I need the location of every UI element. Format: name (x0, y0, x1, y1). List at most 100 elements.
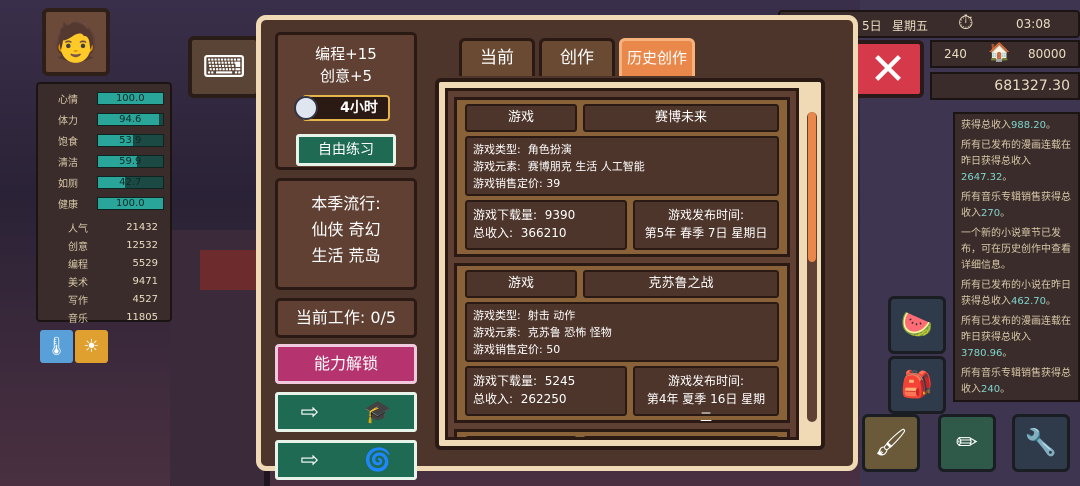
close-button[interactable]: ✕ (852, 40, 924, 98)
downloads-value: 5245 (544, 374, 576, 388)
game-card[interactable]: 游戏 克苏鲁之战 游戏类型: 射击 动作 游戏元素: 克苏鲁 恐怖 怪物 游戏销… (454, 263, 790, 424)
stat-row: 饱食 53.9 (44, 130, 164, 151)
creation-dialog: 编程+15 创意+5 4小时 自由练习 本季流行: 仙侠 奇幻 生活 荒岛 当前… (256, 15, 858, 480)
game-type: 射击 动作 (527, 309, 576, 322)
income-value: 366210 (520, 226, 567, 240)
news-amount: 240 (981, 384, 1001, 395)
stat-row: 清洁 59.9 (44, 151, 164, 172)
player-avatar[interactable]: 🧑 (42, 8, 110, 76)
attribute-label: 创意 (68, 241, 88, 253)
news-amount: 462.70 (1011, 296, 1046, 307)
resource-bar: 240 🏠 80000 (930, 40, 1080, 68)
card-category: 游戏 (465, 436, 577, 437)
stat-value: 53.9 (119, 135, 142, 146)
card-info: 游戏类型: 角色扮演 游戏元素: 赛博朋克 生活 人工智能 游戏销售定价: 39 (465, 136, 779, 196)
news-end: 。 (1000, 208, 1011, 219)
tab-current[interactable]: 当前 (459, 38, 535, 76)
history-list[interactable]: 游戏 赛博未来 游戏类型: 角色扮演 游戏元素: 赛博朋克 生活 人工智能 游戏… (445, 88, 799, 440)
keyboard-icon[interactable]: ⌨ (188, 36, 260, 98)
tab-history[interactable]: 历史创作 (619, 38, 695, 76)
scrollbar[interactable] (807, 112, 817, 422)
current-work: 当前工作: 0/5 (275, 298, 417, 338)
game-card[interactable]: 游戏 (454, 429, 790, 437)
tab-create[interactable]: 创作 (539, 38, 615, 76)
trend-box: 本季流行: 仙侠 奇幻 生活 荒岛 (275, 178, 417, 290)
stat-row: 如厕 42.7 (44, 172, 164, 193)
news-end: 。 (1002, 172, 1013, 183)
attribute-value: 21432 (126, 221, 158, 233)
free-practice-button[interactable]: 自由练习 (296, 134, 396, 166)
attribute-label: 人气 (68, 223, 88, 235)
attribute-value: 11805 (126, 311, 158, 323)
goto-study-button[interactable]: ⇨ 🎓 (275, 392, 417, 432)
release-box: 游戏发布时间: 第5年 春季 7日 星期日 (633, 200, 779, 250)
pencil-icon[interactable]: ✏ (938, 414, 996, 472)
stat-value: 59.9 (119, 156, 142, 167)
card-title (583, 436, 779, 437)
time-cost-pill: 4小时 (294, 95, 390, 121)
card-category: 游戏 (465, 270, 577, 298)
goto-spring-button[interactable]: ⇨ 🌀 (275, 440, 417, 480)
news-text: 获得总收入 (961, 120, 1011, 131)
attribute-row: 美术 9471 (44, 272, 164, 290)
release-label: 游戏发布时间: (667, 208, 745, 222)
income-label: 总收入: (473, 392, 514, 406)
stat-row: 健康 100.0 (44, 193, 164, 214)
stat-value: 100.0 (115, 198, 145, 209)
stat-row: 心情 100.0 (44, 88, 164, 109)
scrollbar-thumb[interactable] (808, 112, 816, 262)
news-amount: 2647.32 (961, 172, 1003, 183)
graduation-cap-icon: 🎓 (364, 399, 392, 425)
news-feed: 获得总收入988.20。 所有已发布的漫画连载在昨日获得总收入2647.32。 所有… (953, 112, 1080, 402)
news-text: 一个新的小说章节已发布，可在历史创作中查看详细信息。 (961, 228, 1071, 271)
weekday-label: 星期五 (892, 19, 929, 33)
attribute-value: 4527 (132, 293, 158, 305)
brush-icon[interactable]: 🖌 (862, 414, 920, 472)
attribute-value: 5529 (132, 257, 158, 269)
news-item: 所有已发布的漫画连载在昨日获得总收入 2647.32。 (961, 138, 1072, 186)
elements-label: 游戏元素: (473, 160, 521, 173)
type-label: 游戏类型: (473, 143, 521, 156)
news-item: 一个新的小说章节已发布，可在历史创作中查看详细信息。 (961, 226, 1072, 274)
attribute-row: 创意 12532 (44, 236, 164, 254)
thermometer-icon[interactable]: 🌡 (40, 330, 73, 363)
sales-box: 游戏下载量: 5245 总收入: 262250 (465, 366, 627, 416)
practice-sidebar: 编程+15 创意+5 4小时 自由练习 本季流行: 仙侠 奇幻 生活 荒岛 当前… (275, 32, 417, 480)
game-card[interactable]: 游戏 赛博未来 游戏类型: 角色扮演 游戏元素: 赛博朋克 生活 人工智能 游戏… (454, 97, 790, 257)
news-item: 所有已发布的漫画连载在昨日获得总收入 3780.96。 (961, 314, 1072, 362)
attribute-label: 写作 (68, 295, 88, 307)
bag-icon[interactable]: 🎒 (888, 356, 946, 414)
type-label: 游戏类型: (473, 309, 521, 322)
money-display: 681327.30 (930, 72, 1080, 100)
attribute-label: 编程 (68, 259, 88, 271)
stat-label: 心情 (58, 95, 78, 106)
energy-value: 240 (944, 47, 967, 61)
news-end: 。 (1000, 384, 1011, 395)
stat-value: 42.7 (119, 177, 142, 188)
practice-box: 编程+15 创意+5 4小时 自由练习 (275, 32, 417, 170)
stat-label: 如厕 (58, 179, 78, 190)
attribute-row: 编程 5529 (44, 254, 164, 272)
trend-line-2: 生活 荒岛 (311, 246, 381, 265)
news-item: 所有音乐专辑销售获得总收入270。 (961, 190, 1072, 222)
stat-label: 健康 (58, 200, 78, 211)
ability-unlock-button[interactable]: 能力解锁 (275, 344, 417, 384)
house-value: 80000 (1028, 47, 1067, 61)
weather-indicators: 🌡 ☀ (40, 330, 108, 363)
downloads-label: 游戏下载量: (473, 208, 538, 222)
sun-icon[interactable]: ☀ (75, 330, 108, 363)
attribute-row: 人气 21432 (44, 218, 164, 236)
clock-icon: ⏱ (958, 10, 974, 34)
creative-gain: 创意+5 (319, 67, 373, 85)
time-cost: 4小时 (340, 100, 378, 116)
stat-label: 饱食 (58, 137, 78, 148)
game-elements: 克苏鲁 恐怖 怪物 (527, 326, 612, 339)
income-value: 262250 (520, 392, 567, 406)
stat-bar: 42.7 (96, 176, 164, 189)
card-info: 游戏类型: 射击 动作 游戏元素: 克苏鲁 恐怖 怪物 游戏销售定价: 50 (465, 302, 779, 362)
game-elements: 赛博朋克 生活 人工智能 (527, 160, 645, 173)
watermelon-icon[interactable]: 🍉 (888, 296, 946, 354)
release-date: 第4年 夏季 16日 星期二 (646, 392, 766, 424)
wrench-icon[interactable]: 🔧 (1012, 414, 1070, 472)
skill-gain: 编程+15 (315, 45, 377, 63)
